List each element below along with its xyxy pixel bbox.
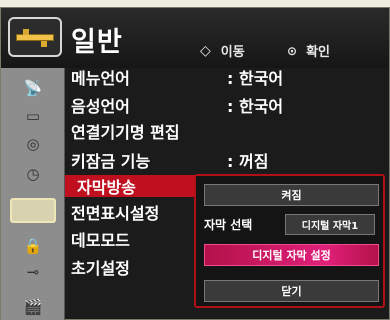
subtitle-select-label: 자막 선택	[204, 218, 253, 232]
menu-item-value: : 한국어	[227, 97, 284, 116]
satellite-icon[interactable]: 📡	[10, 75, 56, 100]
menu-item[interactable]: 키잠금 기능	[71, 149, 150, 171]
close-button[interactable]: 닫기	[204, 280, 379, 302]
subtitle-on-button[interactable]: 켜짐	[204, 184, 379, 206]
menu-item[interactable]: 자막방송	[65, 175, 197, 197]
speaker-icon[interactable]: ◎	[10, 131, 56, 156]
ok-hint: ⊙ 확인	[287, 41, 330, 61]
menu-item[interactable]: 연결기기명 편집	[71, 120, 180, 142]
navigate-arrows-icon: ◇	[200, 42, 211, 59]
ok-hint-label: 확인	[306, 45, 330, 60]
clapperboard-icon[interactable]: 🎬	[10, 294, 56, 319]
subtitle-select-dropdown[interactable]: 디지털 자막1	[285, 214, 375, 235]
settings-menu-panel: 일반 ◇ 이동 ⊙ 확인 📡 ▭ ◎ ◷ 🔒 ⊸ 🎬 메뉴언어: 한국어 음성언어: 한국어 연…	[0, 7, 390, 320]
lock-icon[interactable]: 🔒	[10, 233, 56, 258]
menu-item[interactable]: 데모모드	[71, 228, 130, 250]
menu-item-value: : 꺼짐	[227, 152, 269, 171]
ok-button-icon: ⊙	[287, 43, 298, 58]
menu-item[interactable]: 메뉴언어	[71, 66, 130, 88]
clock-icon[interactable]: ◷	[10, 161, 56, 186]
move-hint-label: 이동	[220, 45, 245, 60]
page-title: 일반	[71, 27, 123, 58]
screen-background: 일반 ◇ 이동 ⊙ 확인 📡 ▭ ◎ ◷ 🔒 ⊸ 🎬 메뉴언어: 한국어 음성언어: 한국어 연…	[0, 0, 390, 320]
input-plug-icon[interactable]: ⊸	[10, 259, 56, 284]
subtitle-popup: 켜짐 자막 선택 디지털 자막1 디지털 자막 설정 닫기	[194, 174, 385, 308]
category-sidebar: 📡 ▭ ◎ ◷ 🔒 ⊸ 🎬	[1, 68, 65, 320]
picture-icon[interactable]: ▭	[10, 103, 56, 128]
general-settings-icon	[8, 17, 62, 57]
menu-item-value: : 한국어	[227, 69, 284, 88]
menu-item[interactable]: 전면표시설정	[71, 201, 159, 223]
general-settings-icon[interactable]	[10, 198, 56, 223]
digital-subtitle-settings-button[interactable]: 디지털 자막 설정	[204, 244, 379, 266]
menu-item[interactable]: 초기설정	[71, 256, 130, 278]
menu-item[interactable]: 음성언어	[71, 94, 130, 116]
menu-header: 일반 ◇ 이동 ⊙ 확인	[1, 8, 389, 68]
move-hint: ◇ 이동	[200, 41, 245, 61]
